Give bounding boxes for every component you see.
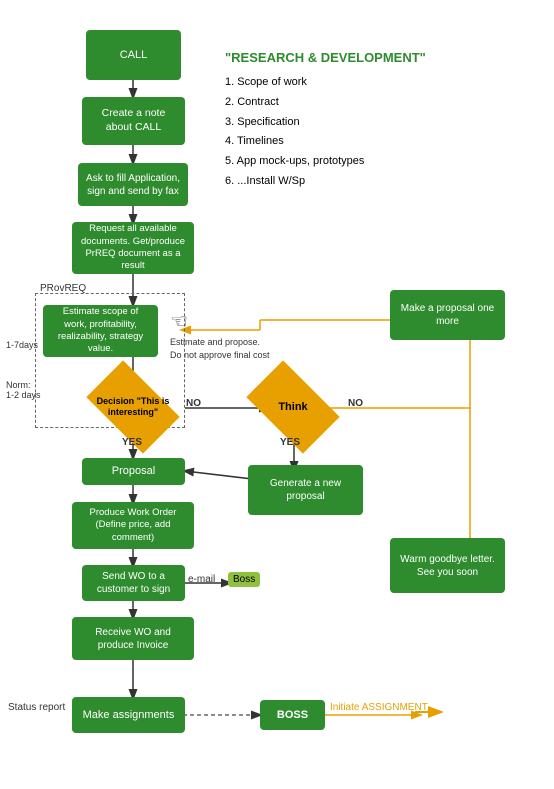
- status-report-label: Status report: [8, 702, 65, 713]
- make-proposal-more-box: Make a proposal one more: [390, 290, 505, 340]
- estimate-scope-box: Estimate scope of work, profitability, r…: [43, 305, 158, 357]
- email-label: e-mail: [188, 574, 215, 585]
- produce-wo-box: Produce Work Order (Define price, add co…: [72, 502, 194, 549]
- flowchart: 1-7days Norm:1-2 days CALL Create a note…: [0, 0, 554, 789]
- initiate-assignment-label: Initiate ASSIGNMENT: [330, 702, 428, 713]
- boss-badge: Boss: [228, 572, 260, 587]
- call-box: CALL: [86, 30, 181, 80]
- label-norm-days: Norm:1-2 days: [6, 380, 41, 400]
- proposal-box: Proposal: [82, 458, 185, 485]
- yes-label-2: YES: [280, 437, 300, 448]
- request-docs-box: Request all available documents. Get/pro…: [72, 222, 194, 274]
- boss-box: BOSS: [260, 700, 325, 730]
- ask-fill-box: Ask to fill Application, sign and send b…: [78, 163, 188, 206]
- yes-label-1: YES: [122, 437, 142, 448]
- provreq-label: PRovREQ: [40, 283, 86, 294]
- make-assignments-box: Make assignments: [72, 697, 185, 733]
- send-wo-box: Send WO to a customer to sign: [82, 565, 185, 601]
- no-label-1: NO: [186, 398, 201, 409]
- receive-wo-box: Receive WO and produce Invoice: [72, 617, 194, 660]
- warm-goodbye-box: Warm goodbye letter. See you soon: [390, 538, 505, 593]
- think-diamond-container: Think: [248, 378, 338, 436]
- label-1-7days: 1-7days: [6, 340, 38, 350]
- think-label: Think: [278, 401, 307, 413]
- generate-proposal-box: Generate a new proposal: [248, 465, 363, 515]
- create-note-box: Create a note about CALL: [82, 97, 185, 145]
- decision-diamond-container: Decision "This is interesting": [88, 378, 178, 436]
- rd-list: 1. Scope of work 2. Contract 3. Specific…: [225, 73, 525, 192]
- rd-section: "RESEARCH & DEVELOPMENT" 1. Scope of wor…: [225, 50, 525, 192]
- estimate-annotation: ☞ Estimate and propose.Do not approve fi…: [170, 308, 280, 361]
- no-label-2: NO: [348, 398, 363, 409]
- decision-label: Decision "This is interesting": [88, 396, 178, 418]
- rd-title: "RESEARCH & DEVELOPMENT": [225, 50, 525, 65]
